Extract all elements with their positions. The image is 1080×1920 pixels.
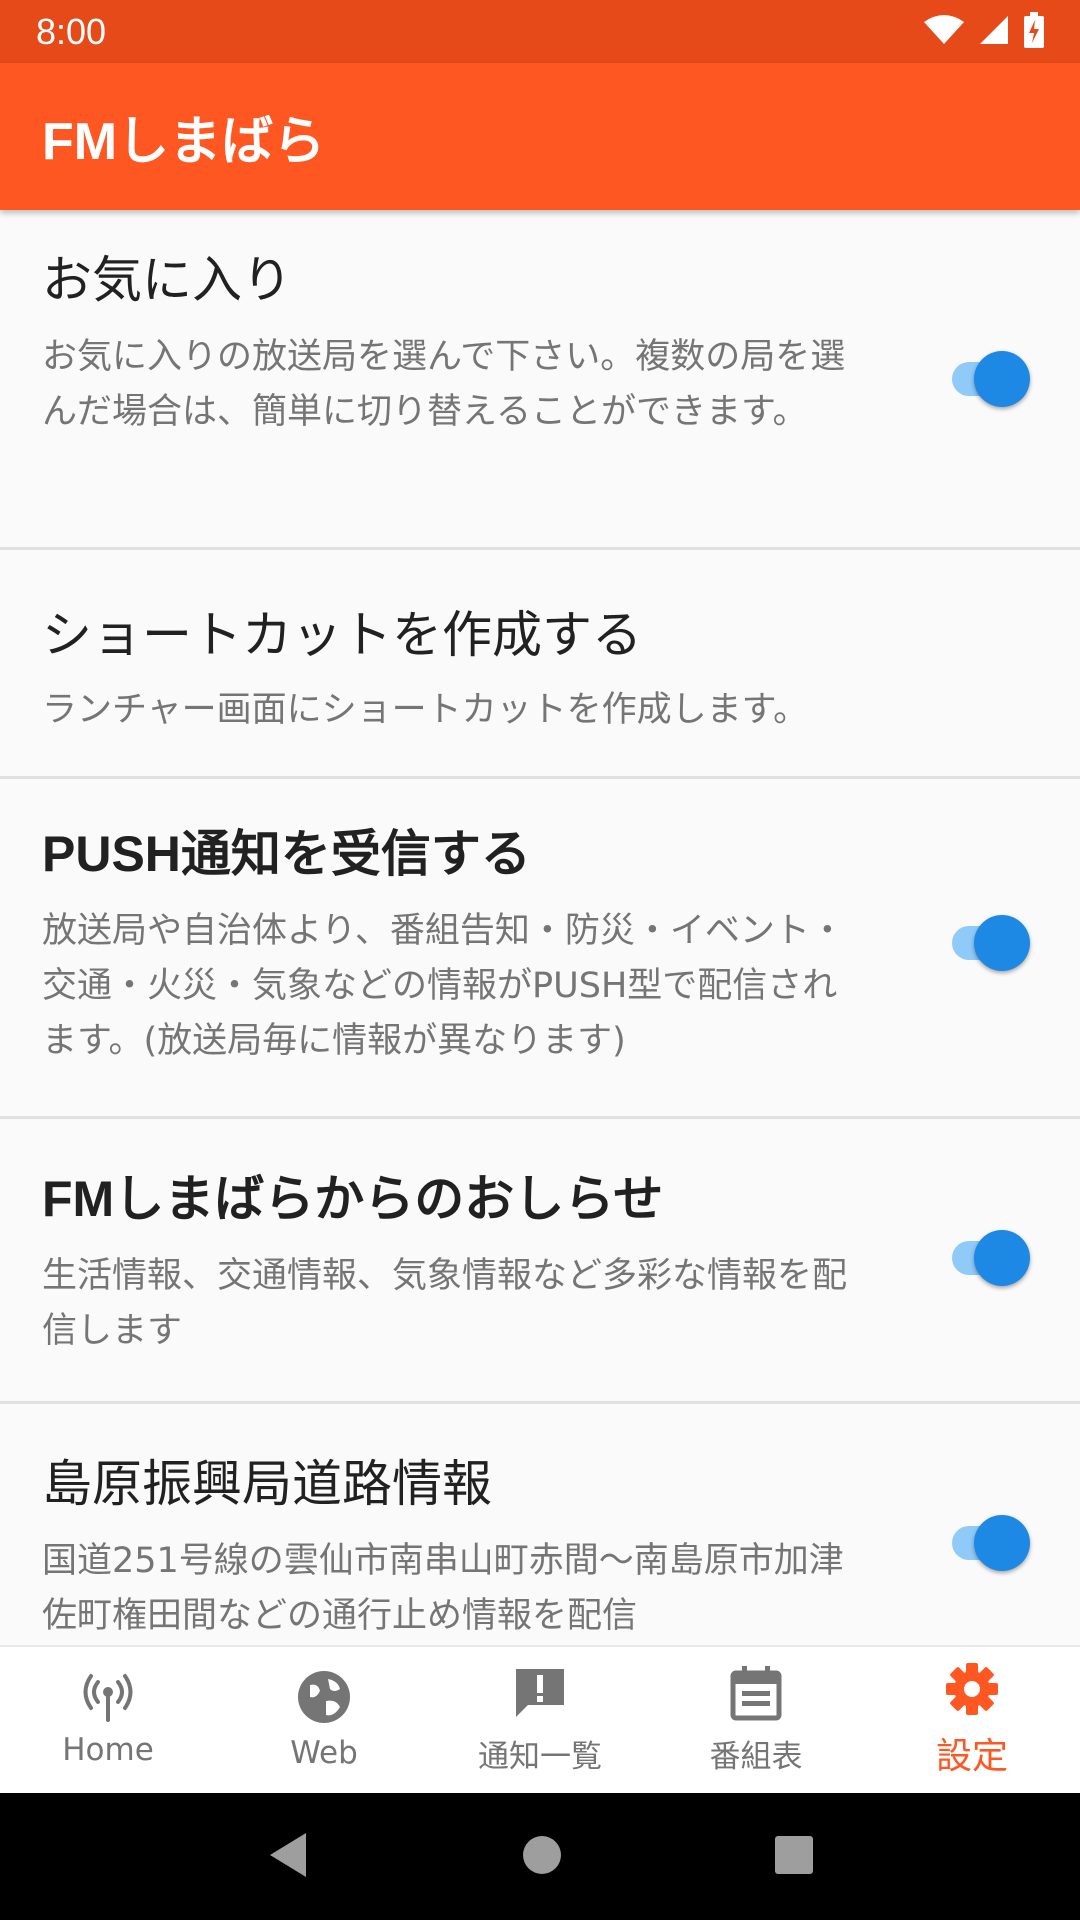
app-title: FMしまばら	[42, 113, 326, 171]
pref-push-notifications[interactable]: PUSH通知を受信する 放送局や自治体より、番組告知・防災・イベント・交通・火災…	[0, 779, 1080, 1119]
home-icon[interactable]	[522, 1835, 562, 1879]
fm-shimabara-news-toggle[interactable]	[946, 1227, 1030, 1287]
nav-label: 設定	[935, 1736, 1008, 1777]
nav-label: Web	[290, 1735, 358, 1771]
pref-summary: お気に入りの放送局を選んで下さい。複数の局を選んだ場合は、簡単に切り替えることが…	[42, 337, 846, 432]
switch-thumb	[974, 915, 1030, 971]
radio-tower-icon	[80, 1672, 136, 1726]
pref-title: PUSH通知を受信する	[42, 826, 531, 882]
nav-settings[interactable]: 設定	[864, 1647, 1080, 1793]
nav-label: Home	[62, 1732, 154, 1768]
road-info-toggle[interactable]	[946, 1512, 1030, 1572]
pref-create-shortcut[interactable]: ショートカットを作成する ランチャー画面にショートカットを作成します。	[0, 550, 1080, 779]
app-bar: FMしまばら	[0, 63, 1080, 210]
nav-web[interactable]: Web	[216, 1647, 432, 1793]
status-bar: 8:00	[0, 0, 1080, 63]
nav-notifications[interactable]: 通知一覧	[432, 1647, 648, 1793]
back-icon[interactable]	[266, 1831, 310, 1883]
push-notifications-toggle[interactable]	[946, 912, 1030, 972]
pref-summary: 放送局や自治体より、番組告知・防災・イベント・交通・火災・気象などの情報がPUS…	[42, 911, 845, 1061]
notification-alert-icon	[512, 1665, 568, 1725]
pref-summary: 生活情報、交通情報、気象情報など多彩な情報を配信します	[42, 1256, 848, 1351]
bottom-navigation: Home Web 通知一覧 番組表 設定	[0, 1645, 1080, 1793]
pref-favorites[interactable]: お気に入り お気に入りの放送局を選んで下さい。複数の局を選んだ場合は、簡単に切り…	[0, 210, 1080, 550]
pref-road-info[interactable]: 島原振興局道路情報 国道251号線の雲仙市南串山町赤間〜南島原市加津佐町権田間な…	[0, 1404, 1080, 1645]
nav-home[interactable]: Home	[0, 1647, 216, 1793]
pref-title: お気に入り	[42, 252, 292, 308]
settings-list[interactable]: お気に入り お気に入りの放送局を選んで下さい。複数の局を選んだ場合は、簡単に切り…	[0, 210, 1080, 1645]
switch-thumb	[974, 1515, 1030, 1571]
pref-title: ショートカットを作成する	[42, 607, 642, 663]
nav-label: 番組表	[709, 1738, 803, 1775]
status-icons	[924, 11, 1044, 52]
pref-fm-shimabara-news[interactable]: FMしまばらからのおしらせ 生活情報、交通情報、気象情報など多彩な情報を配信しま…	[0, 1119, 1080, 1404]
calendar-icon	[730, 1665, 782, 1725]
switch-thumb	[974, 1230, 1030, 1286]
pref-summary: ランチャー画面にショートカットを作成します。	[42, 690, 809, 730]
pref-summary: 国道251号線の雲仙市南串山町赤間〜南島原市加津佐町権田間などの通行止め情報を配…	[42, 1541, 844, 1636]
pref-title: FMしまばらからのおしらせ	[42, 1171, 664, 1227]
battery-charging-icon	[1024, 11, 1044, 52]
wifi-icon	[924, 14, 964, 50]
nav-program-guide[interactable]: 番組表	[648, 1647, 864, 1793]
globe-icon	[296, 1669, 352, 1729]
status-time: 8:00	[36, 10, 107, 52]
pref-title: 島原振興局道路情報	[42, 1456, 492, 1512]
cell-signal-icon	[978, 14, 1010, 50]
recents-icon[interactable]	[774, 1835, 814, 1879]
nav-label: 通知一覧	[478, 1738, 602, 1775]
switch-thumb	[974, 351, 1030, 407]
gear-icon	[944, 1661, 1000, 1721]
favorites-toggle[interactable]	[946, 348, 1030, 408]
system-navigation-bar	[0, 1793, 1080, 1920]
